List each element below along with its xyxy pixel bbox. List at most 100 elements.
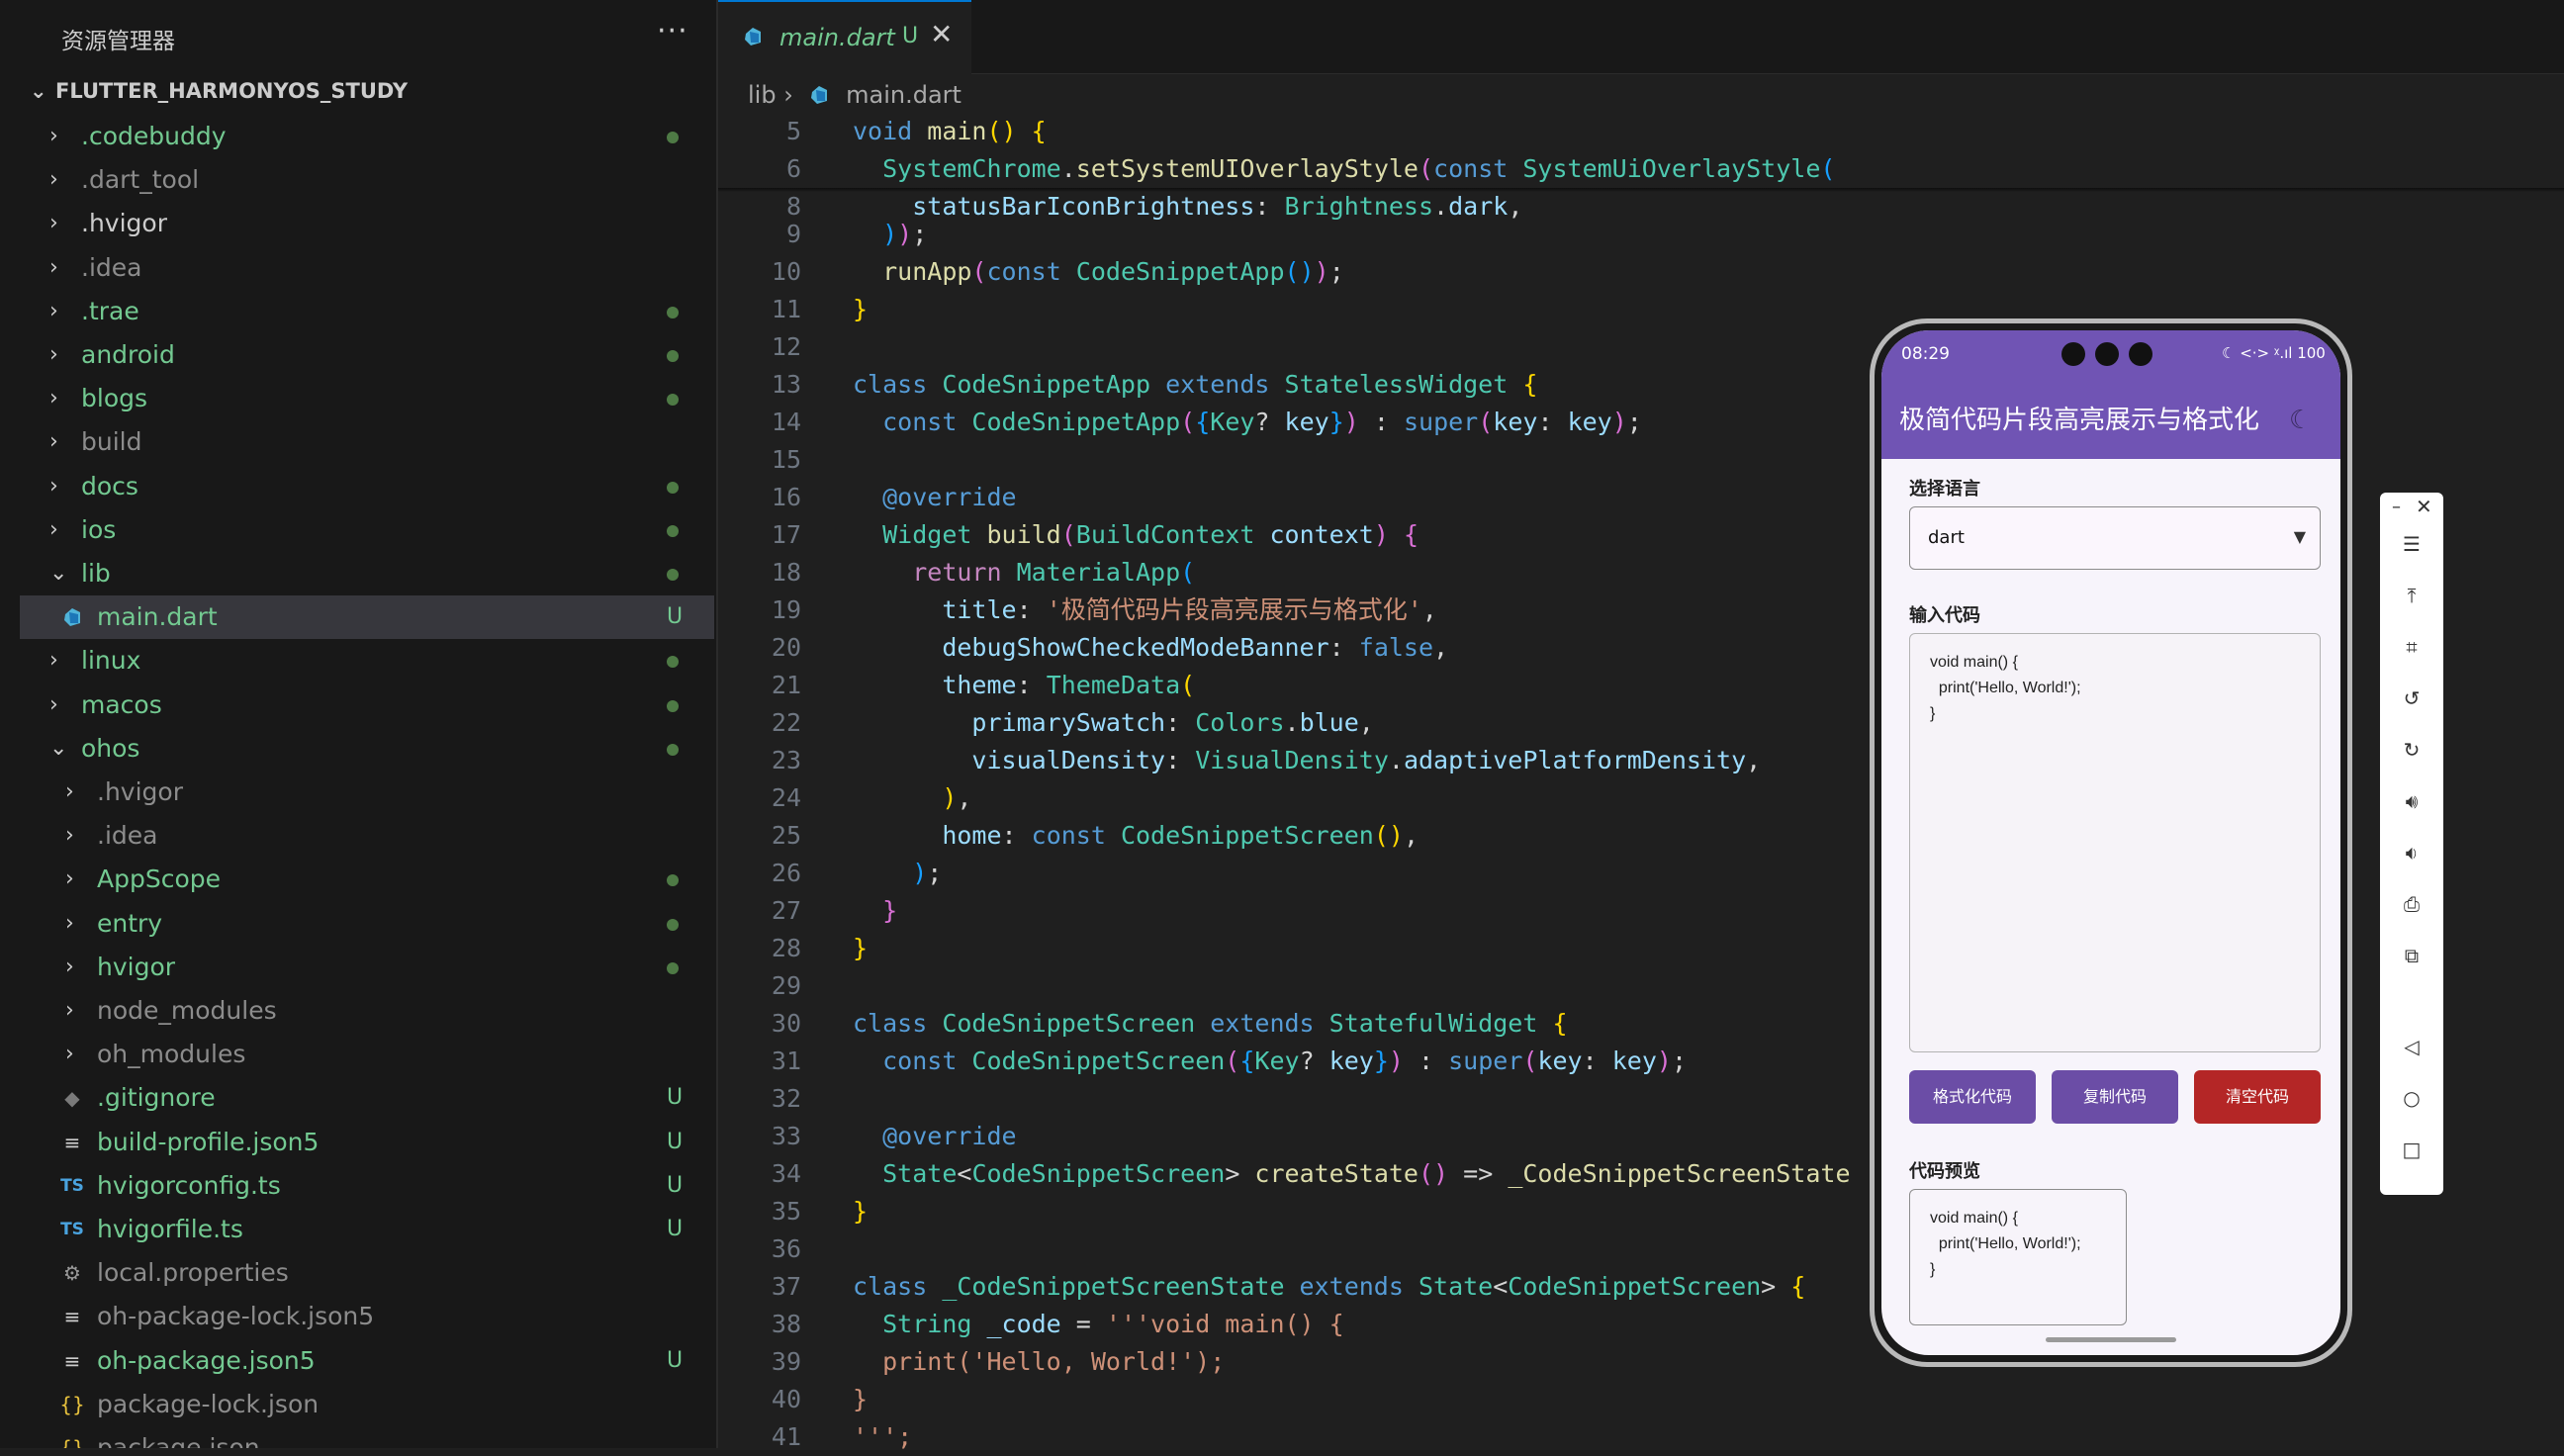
code-line[interactable]: 6 SystemChrome.setSystemUIOverlayStyle(c…	[718, 150, 2564, 188]
rotate-right-icon[interactable]: ↻	[2380, 738, 2443, 762]
language-select[interactable]: dart ▼	[1909, 506, 2321, 570]
pin-top-icon[interactable]: ⤒	[2380, 584, 2443, 607]
tree-folder[interactable]: › .hvigor	[20, 202, 714, 245]
tree-file[interactable]: ≡ oh-package.json5 U	[20, 1339, 714, 1383]
tree-folder[interactable]: › build	[20, 420, 714, 464]
line-number: 27	[771, 896, 801, 925]
tree-folder[interactable]: › docs	[20, 465, 714, 508]
chevron-right-icon: ›	[49, 254, 58, 280]
tree-file[interactable]: ⚙ local.properties	[20, 1251, 714, 1295]
line-number: 37	[771, 1272, 801, 1301]
chevron-right-icon: ›	[65, 954, 74, 979]
copy-code-button[interactable]: 复制代码	[2052, 1070, 2178, 1124]
code-line[interactable]: 10 runApp(const CodeSnippetApp());	[718, 253, 2564, 291]
chevron-right-icon: ›	[49, 124, 58, 148]
tree-item-label: node_modules	[97, 996, 277, 1025]
tree-folder[interactable]: › AppScope	[20, 858, 714, 901]
code-text: State<CodeSnippetScreen> createState() =…	[882, 1159, 1851, 1188]
clear-code-button[interactable]: 清空代码	[2194, 1070, 2321, 1124]
home-icon[interactable]: ○	[2380, 1086, 2443, 1110]
tree-file[interactable]: {} package.json	[20, 1426, 714, 1448]
tree-folder[interactable]: ⌄ ohos	[20, 727, 714, 771]
home-indicator[interactable]	[2046, 1337, 2176, 1342]
code-text: ),	[942, 783, 972, 812]
tree-folder[interactable]: › node_modules	[20, 989, 714, 1033]
project-root[interactable]: ⌄ FLUTTER_HARMONYOS_STUDY	[30, 79, 408, 109]
code-line[interactable]: 41 ''';	[718, 1418, 2564, 1456]
line-number: 36	[771, 1234, 801, 1263]
recent-apps-icon[interactable]: □	[2380, 1138, 2443, 1161]
tree-folder[interactable]: › macos	[20, 683, 714, 727]
back-icon[interactable]: ◁	[2380, 1035, 2443, 1058]
tree-folder[interactable]: › .trae	[20, 290, 714, 333]
tree-item-label: hvigorfile.ts	[97, 1215, 243, 1243]
phone-screen[interactable]: 08:29 ☾ <·> ᵡ.ıl 100 极简代码片段高亮展示与格式化 ☾ 选择…	[1881, 330, 2340, 1355]
tree-file[interactable]: ≡ oh-package-lock.json5	[20, 1295, 714, 1338]
code-text: class CodeSnippetApp extends StatelessWi…	[853, 370, 1538, 399]
status-icons: ☾ <·> ᵡ.ıl 100	[2222, 344, 2326, 362]
crop-icon[interactable]: ⌗	[2380, 635, 2443, 659]
code-text: SystemChrome.setSystemUIOverlayStyle(con…	[882, 154, 1836, 183]
tree-folder[interactable]: › hvigor	[20, 946, 714, 989]
format-code-button[interactable]: 格式化代码	[1909, 1070, 2036, 1124]
chevron-down-icon: ⌄	[30, 79, 47, 103]
config-file-icon: ≡	[63, 1305, 81, 1329]
chevron-right-icon: ›	[49, 386, 58, 411]
minimize-icon[interactable]: –	[2392, 497, 2401, 517]
tree-file[interactable]: ◆ .gitignore U	[20, 1076, 714, 1120]
code-text: ));	[882, 220, 928, 248]
screenshot-icon[interactable]: ⎙	[2380, 892, 2443, 916]
dart-file-icon	[59, 595, 85, 628]
tree-folder[interactable]: › blogs	[20, 377, 714, 420]
volume-down-icon[interactable]: 🔉︎	[2380, 841, 2443, 864]
line-number: 6	[785, 154, 801, 183]
theme-toggle-icon[interactable]: ☾	[2289, 406, 2312, 435]
tree-folder[interactable]: › .idea	[20, 814, 714, 858]
tree-folder[interactable]: › android	[20, 333, 714, 377]
chevron-right-icon: ›	[65, 779, 74, 804]
code-input-text: void main() { print('Hello, World!'); }	[1930, 654, 2081, 722]
close-icon[interactable]: ✕	[2416, 495, 2432, 518]
more-actions-icon[interactable]: ···	[657, 14, 688, 48]
tree-file[interactable]: ≡ build-profile.json5 U	[20, 1121, 714, 1164]
code-input-field[interactable]: void main() { print('Hello, World!'); }	[1909, 633, 2321, 1052]
tree-file[interactable]: TS hvigorconfig.ts U	[20, 1164, 714, 1208]
code-text: ''';	[853, 1422, 913, 1451]
volume-up-icon[interactable]: 🔊︎	[2380, 789, 2443, 813]
breadcrumb-folder[interactable]: lib	[748, 81, 777, 109]
line-number: 9	[785, 220, 801, 248]
tree-folder[interactable]: › ios	[20, 508, 714, 552]
multi-device-icon[interactable]: ⧉	[2380, 944, 2443, 967]
tree-file[interactable]: TS hvigorfile.ts U	[20, 1208, 714, 1251]
code-line[interactable]: 40}	[718, 1381, 2564, 1418]
tree-folder[interactable]: › .codebuddy	[20, 115, 714, 158]
tree-folder[interactable]: › linux	[20, 639, 714, 682]
tree-folder[interactable]: › .idea	[20, 246, 714, 290]
tree-item-label: build	[81, 427, 142, 457]
tree-folder[interactable]: › .dart_tool	[20, 158, 714, 202]
tree-folder[interactable]: ⌄ lib	[20, 552, 714, 595]
code-text: home: const CodeSnippetScreen(),	[942, 821, 1419, 850]
tree-file[interactable]: {} package-lock.json	[20, 1383, 714, 1426]
tree-folder[interactable]: › oh_modules	[20, 1033, 714, 1076]
tree-item-label: oh-package.json5	[97, 1345, 316, 1375]
tree-file[interactable]: main.dart U	[20, 595, 714, 640]
rotate-left-icon[interactable]: ↺	[2380, 686, 2443, 710]
git-modified-dot	[667, 961, 679, 974]
line-number: 23	[771, 746, 801, 774]
tree-folder[interactable]: › .hvigor	[20, 771, 714, 814]
line-number: 26	[771, 859, 801, 887]
line-number: 12	[771, 332, 801, 361]
breadcrumb-file[interactable]: main.dart	[846, 81, 962, 109]
close-icon[interactable]: ✕	[930, 18, 953, 50]
line-number: 35	[771, 1197, 801, 1226]
code-text: class _CodeSnippetScreenState extends St…	[853, 1272, 1806, 1301]
language-value: dart	[1928, 527, 1965, 548]
tree-folder[interactable]: › entry	[20, 902, 714, 946]
chevron-down-icon: ⌄	[49, 561, 68, 586]
menu-icon[interactable]: ☰	[2380, 532, 2443, 556]
chevron-right-icon: ›	[49, 167, 58, 193]
tab-main-dart[interactable]: main.dart U ✕	[718, 0, 971, 75]
code-line[interactable]: 9 ));	[718, 216, 2564, 253]
code-line[interactable]: 5 void main() {	[718, 113, 2564, 150]
